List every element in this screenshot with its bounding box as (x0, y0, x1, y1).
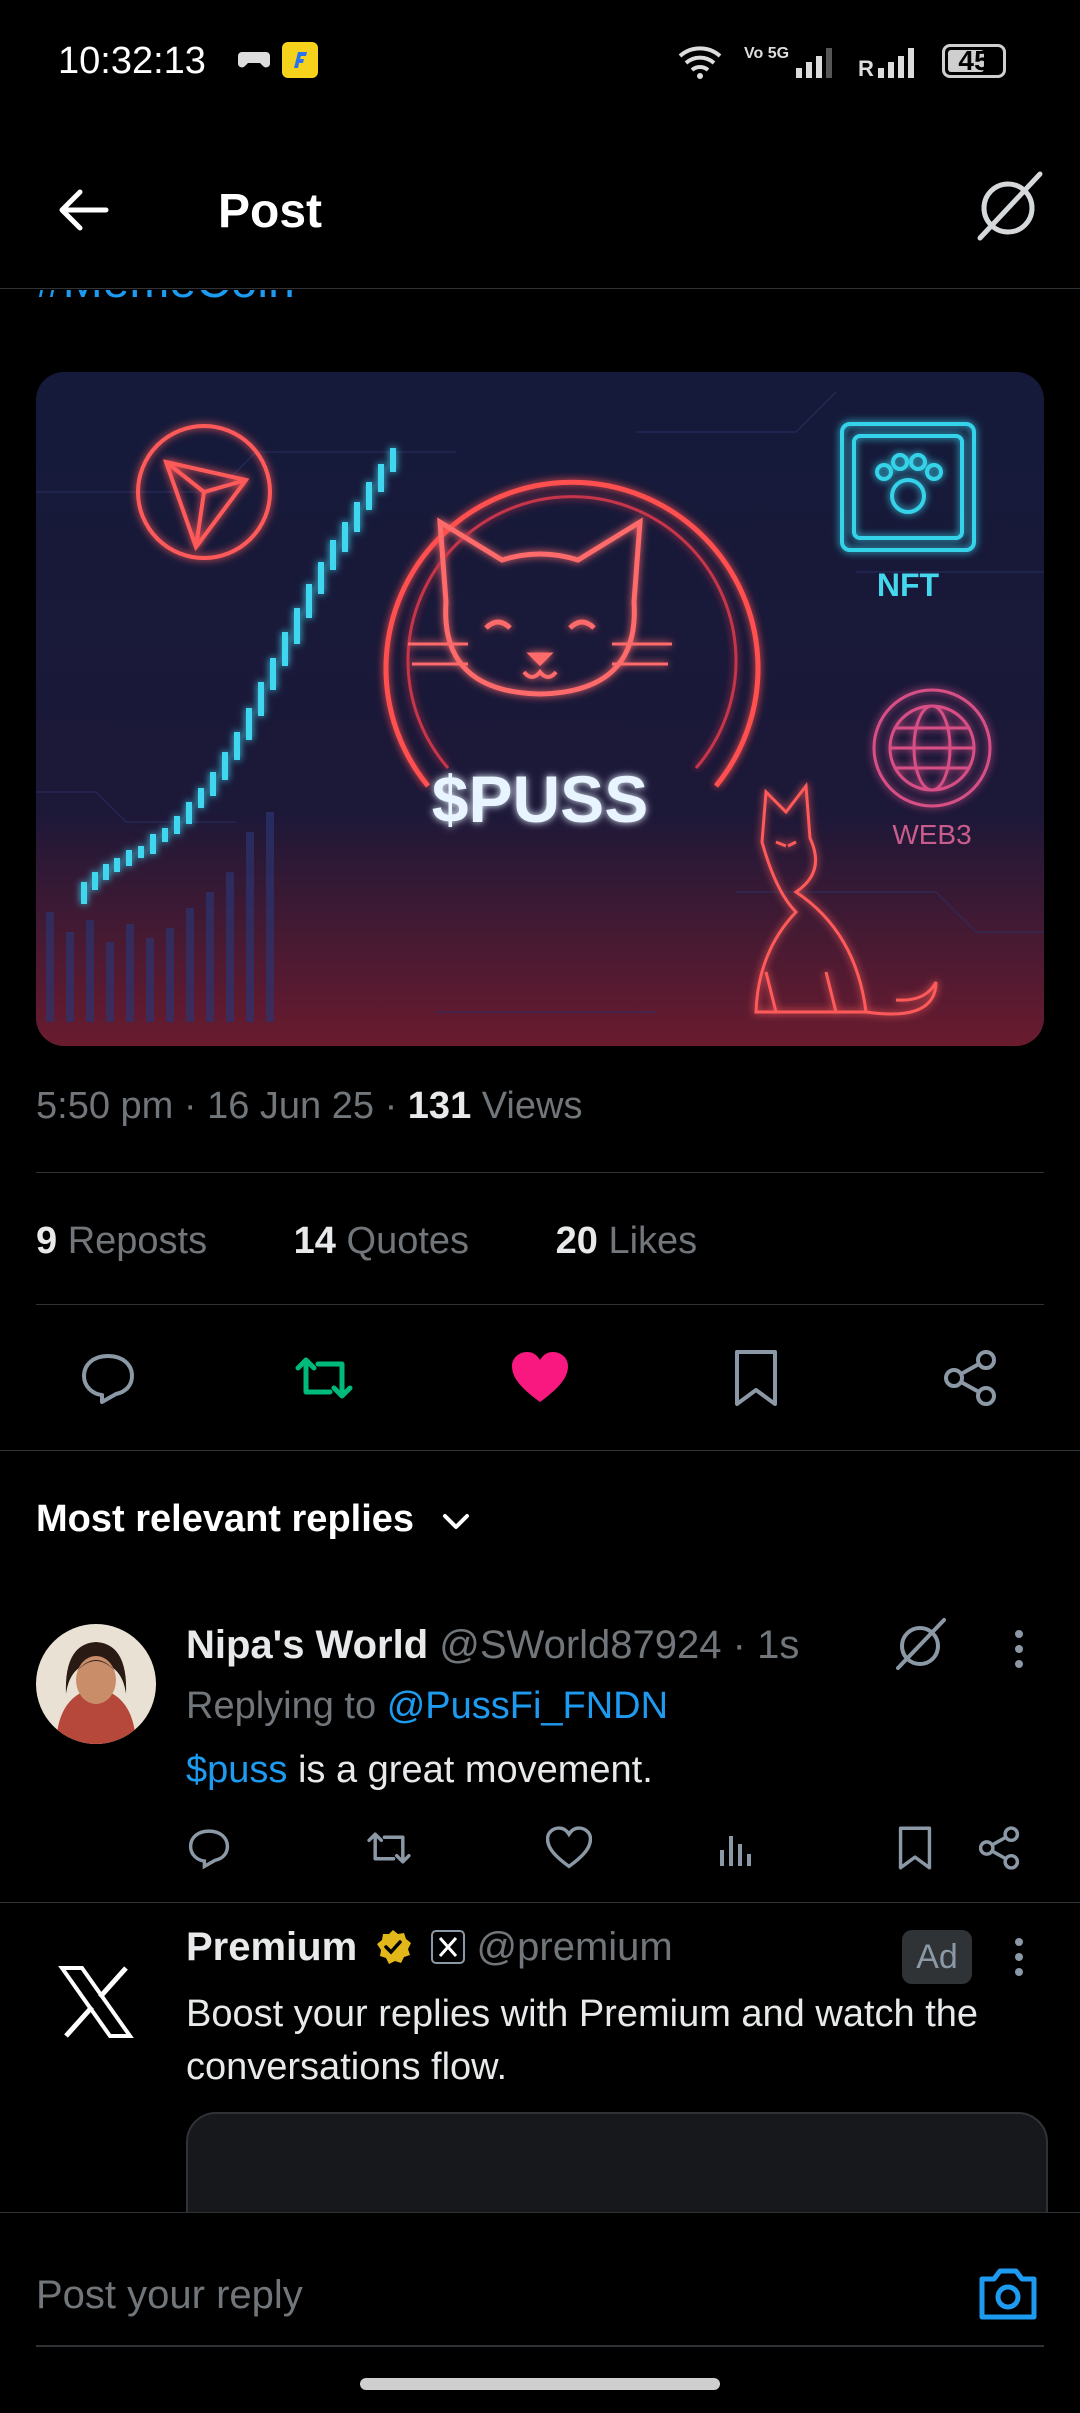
quotes-label: Quotes (346, 1220, 470, 1262)
reply-input[interactable]: Post your reply (36, 2273, 303, 2318)
chevron-down-icon (442, 1513, 469, 1529)
share-icon (978, 1826, 1020, 1870)
reposts-label: Reposts (67, 1220, 208, 1262)
reply-text-body: is a great movement. (287, 1749, 653, 1791)
network-label: Vo 5G (744, 45, 790, 62)
page-title: Post (218, 185, 323, 238)
composer-underline (36, 2345, 1044, 2347)
replying-to-label: Replying to (186, 1685, 377, 1727)
reply-views-button[interactable] (716, 1818, 756, 1878)
grok-icon[interactable] (890, 1614, 950, 1674)
divider (0, 1902, 1080, 1903)
more-options-icon[interactable] (1004, 1934, 1034, 1980)
top-bar: Post (0, 160, 1080, 289)
ad-header: Premium @premium (186, 1925, 673, 1970)
like-button[interactable] (492, 1330, 588, 1426)
ad-text: Boost your replies with Premium and watc… (186, 1993, 979, 2088)
repost-icon (295, 1357, 353, 1399)
replying-to-handle[interactable]: @PussFi_FNDN (387, 1685, 668, 1727)
reply-repost-button[interactable] (364, 1818, 414, 1878)
share-icon (944, 1350, 996, 1406)
reply-action-bar (186, 1818, 1036, 1878)
likes-count: 20 (555, 1220, 598, 1262)
grok-icon[interactable] (970, 168, 1046, 244)
puss-token-artwork: $PUSS NFT WEB3 (36, 372, 1044, 1046)
affiliate-x-badge-icon (431, 1930, 466, 1964)
quotes-count: 14 (293, 1220, 336, 1262)
engagement-stats: 9 Reposts 14 Quotes 20 Likes (36, 1220, 773, 1263)
quotes-stat[interactable]: 14 Quotes (294, 1220, 507, 1262)
signal-icon (796, 48, 832, 78)
ad-badge: Ad (902, 1930, 972, 1984)
post-image[interactable]: $PUSS NFT WEB3 (36, 372, 1044, 1046)
wifi-icon (678, 46, 722, 79)
reply-author-name[interactable]: Nipa's World (186, 1623, 428, 1667)
replies-sort-dropdown[interactable]: Most relevant replies (36, 1498, 473, 1541)
replies-sort-label: Most relevant replies (36, 1498, 415, 1540)
post-meta: 5:50 pm · 16 Jun 25 · 131 Views (36, 1085, 583, 1127)
divider (36, 1304, 1044, 1305)
reply-header: Nipa's World @SWorld87924 · 1s (186, 1623, 800, 1667)
game-controller-icon (238, 52, 270, 68)
signal-icon-sim2 (878, 48, 914, 78)
token-label: $PUSS (432, 762, 648, 836)
bookmark-icon (735, 1350, 777, 1406)
user-avatar-image (36, 1624, 156, 1744)
camera-icon[interactable] (976, 2263, 1040, 2323)
repost-button[interactable] (276, 1330, 372, 1426)
reposts-stat[interactable]: 9 Reposts (36, 1220, 245, 1262)
likes-label: Likes (608, 1220, 698, 1262)
reply-share-button[interactable] (976, 1818, 1022, 1878)
verified-badge-icon (377, 1930, 412, 1964)
reply-author-handle[interactable]: @SWorld87924 (439, 1623, 721, 1667)
bookmark-button[interactable] (708, 1330, 804, 1426)
analytics-icon (720, 1836, 751, 1866)
flipkart-app-icon (282, 42, 318, 78)
post-action-bar (0, 1330, 1080, 1426)
bookmark-icon (898, 1826, 932, 1870)
battery-level: 45 (958, 45, 990, 76)
gesture-home-bar[interactable] (360, 2378, 720, 2390)
avatar[interactable] (36, 1624, 156, 1744)
status-bar: 10:32:13 Vo 5G R 45 (0, 0, 1080, 120)
reply-icon (188, 1829, 230, 1870)
divider (0, 1450, 1080, 1451)
reply-icon (82, 1354, 134, 1404)
post-time: 5:50 pm (36, 1085, 174, 1127)
divider (36, 1172, 1044, 1173)
reply-bookmark-button[interactable] (896, 1818, 934, 1878)
web3-label: WEB3 (892, 819, 971, 850)
reply-text: $puss is a great movement. (186, 1749, 653, 1792)
ad-author-name[interactable]: Premium (186, 1925, 357, 1969)
views-label: Views (481, 1085, 583, 1127)
post-date: 16 Jun 25 (207, 1085, 375, 1127)
x-logo-icon[interactable] (58, 1966, 134, 2038)
reply-reply-button[interactable] (186, 1818, 232, 1878)
reply-like-button[interactable] (546, 1818, 592, 1878)
replying-to-line: Replying to @PussFi_FNDN (186, 1685, 668, 1728)
sim2-label: R (858, 56, 874, 81)
likes-stat[interactable]: 20 Likes (556, 1220, 736, 1262)
battery-icon: 45 (942, 44, 1006, 78)
reposts-count: 9 (36, 1220, 58, 1262)
views-count: 131 (407, 1085, 472, 1127)
reply-button[interactable] (60, 1330, 156, 1426)
status-time: 10:32:13 (58, 40, 206, 82)
share-button[interactable] (922, 1330, 1018, 1426)
heart-filled-icon (512, 1352, 568, 1402)
nft-label: NFT (877, 567, 940, 603)
reply-time: 1s (757, 1623, 800, 1667)
reply-cashtag[interactable]: $puss (186, 1749, 287, 1791)
back-arrow-icon[interactable] (54, 180, 114, 240)
heart-icon (546, 1826, 592, 1869)
more-options-icon[interactable] (1004, 1626, 1034, 1672)
repost-icon (367, 1832, 411, 1864)
ad-author-handle[interactable]: @premium (477, 1925, 673, 1969)
